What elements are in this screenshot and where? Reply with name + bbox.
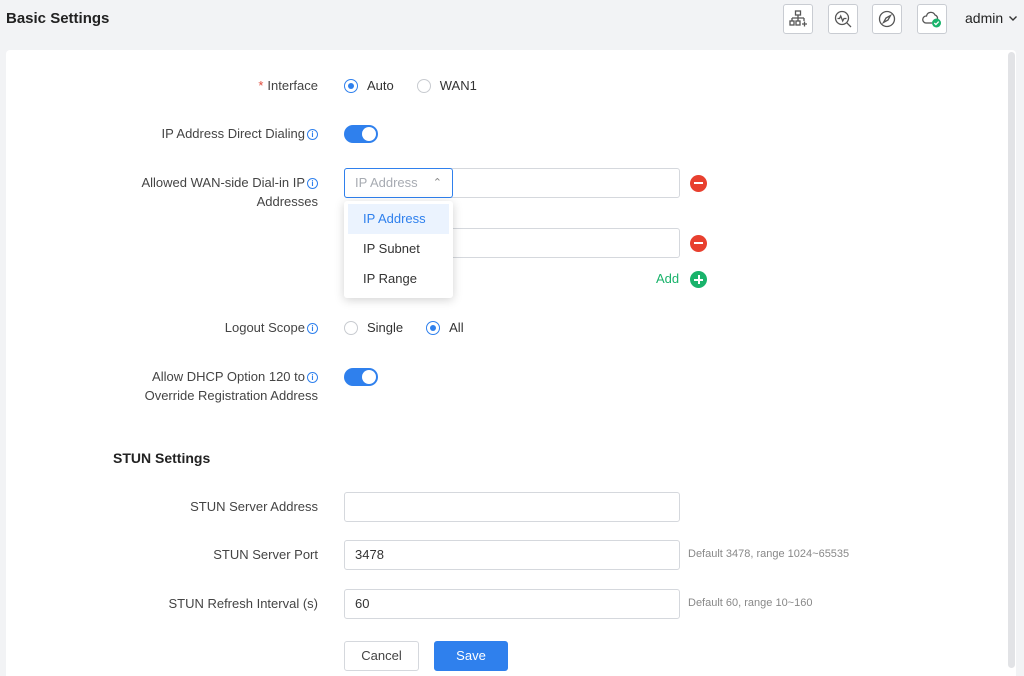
radio-checked-icon (426, 320, 441, 335)
stun-server-port-input[interactable]: 3478 (344, 540, 680, 570)
stun-server-port-hint: Default 3478, range 1024~65535 (688, 548, 850, 560)
allowed-ips-label-line1: Allowed WAN-side Dial-in IP (141, 175, 305, 190)
chevron-down-icon (1009, 16, 1018, 21)
compass-icon (878, 10, 896, 28)
interface-option-auto[interactable]: Auto (344, 78, 394, 93)
required-mark: * (258, 78, 264, 93)
cloud-status-icon (922, 11, 941, 28)
allowed-ips-label: Allowed WAN-side Dial-in IP i Addresses (141, 173, 318, 211)
username: admin (965, 10, 1004, 26)
direct-dialing-label: IP Address Direct Dialing i (161, 124, 318, 143)
dhcp-option-toggle[interactable] (344, 368, 378, 386)
user-menu[interactable]: admin (965, 10, 1019, 26)
interface-option-auto-label: Auto (367, 78, 394, 93)
logout-scope-label-text: Logout Scope (224, 320, 305, 335)
toggle-knob (362, 127, 376, 141)
radio-checked-icon (344, 78, 358, 93)
logout-scope-radio-group: Single All (344, 318, 487, 337)
info-icon[interactable]: i (307, 178, 318, 189)
stun-refresh-interval-hint: Default 60, range 10~160 (688, 597, 813, 609)
interface-radio-group: Auto WAN1 (344, 76, 500, 95)
scrollbar[interactable] (1008, 52, 1015, 668)
remove-entry-1-button[interactable] (690, 175, 707, 192)
add-entry-button[interactable] (690, 271, 707, 288)
settings-panel (6, 50, 1016, 676)
logout-scope-option-all-label: All (449, 320, 464, 335)
dropdown-option-ip-range[interactable]: IP Range (348, 264, 449, 294)
ip-type-select[interactable]: IP Address ⌃ (344, 168, 453, 198)
info-icon[interactable]: i (307, 372, 318, 383)
search-diagnose-icon (834, 10, 852, 28)
interface-option-wan1-label: WAN1 (439, 78, 477, 93)
direct-dialing-label-text: IP Address Direct Dialing (161, 126, 305, 141)
network-topology-button[interactable] (783, 4, 813, 34)
logout-scope-option-all[interactable]: All (426, 320, 464, 335)
dhcp-option-label-line1: Allow DHCP Option 120 to (152, 369, 305, 384)
logout-scope-label: Logout Scope i (225, 318, 318, 337)
save-button[interactable]: Save (434, 641, 508, 671)
radio-unchecked-icon (344, 320, 358, 335)
toggle-knob (362, 370, 376, 384)
remove-entry-2-button[interactable] (690, 235, 707, 252)
stun-server-port-label: STUN Server Port (213, 547, 318, 562)
dropdown-option-ip-address[interactable]: IP Address (348, 204, 449, 234)
logout-scope-option-single[interactable]: Single (344, 320, 403, 335)
ip-type-dropdown: IP Address IP Subnet IP Range (344, 201, 453, 298)
stun-server-address-input[interactable] (344, 492, 680, 522)
direct-dialing-toggle[interactable] (344, 125, 378, 143)
ip-type-select-value: IP Address (355, 175, 418, 190)
dhcp-option-label: Allow DHCP Option 120 to i Override Regis… (145, 367, 318, 405)
dropdown-option-ip-subnet[interactable]: IP Subnet (348, 234, 449, 264)
stun-server-address-label: STUN Server Address (190, 499, 318, 514)
page-title: Basic Settings (6, 10, 110, 27)
cloud-status-button[interactable] (917, 4, 947, 34)
info-icon[interactable]: i (307, 129, 318, 140)
compass-button[interactable] (872, 4, 902, 34)
cancel-button[interactable]: Cancel (344, 641, 419, 671)
interface-label-text: Interface (267, 78, 318, 93)
stun-refresh-interval-label: STUN Refresh Interval (s) (168, 596, 318, 611)
allowed-ips-label-line2: Addresses (256, 194, 318, 209)
info-icon[interactable]: i (307, 323, 318, 334)
interface-option-wan1[interactable]: WAN1 (416, 78, 477, 93)
network-topology-icon (789, 10, 807, 27)
dhcp-option-label-line2: Override Registration Address (144, 388, 318, 403)
top-bar: Basic Settings admin (0, 0, 1024, 40)
add-entry-label[interactable]: Add (656, 271, 679, 286)
stun-section-title: STUN Settings (113, 450, 211, 466)
logout-scope-option-single-label: Single (367, 320, 404, 335)
diagnose-button[interactable] (828, 4, 858, 34)
stun-refresh-interval-input[interactable]: 60 (344, 589, 680, 619)
chevron-up-icon: ⌃ (432, 177, 442, 189)
radio-unchecked-icon (416, 78, 431, 93)
interface-label: * Interface (258, 76, 318, 95)
